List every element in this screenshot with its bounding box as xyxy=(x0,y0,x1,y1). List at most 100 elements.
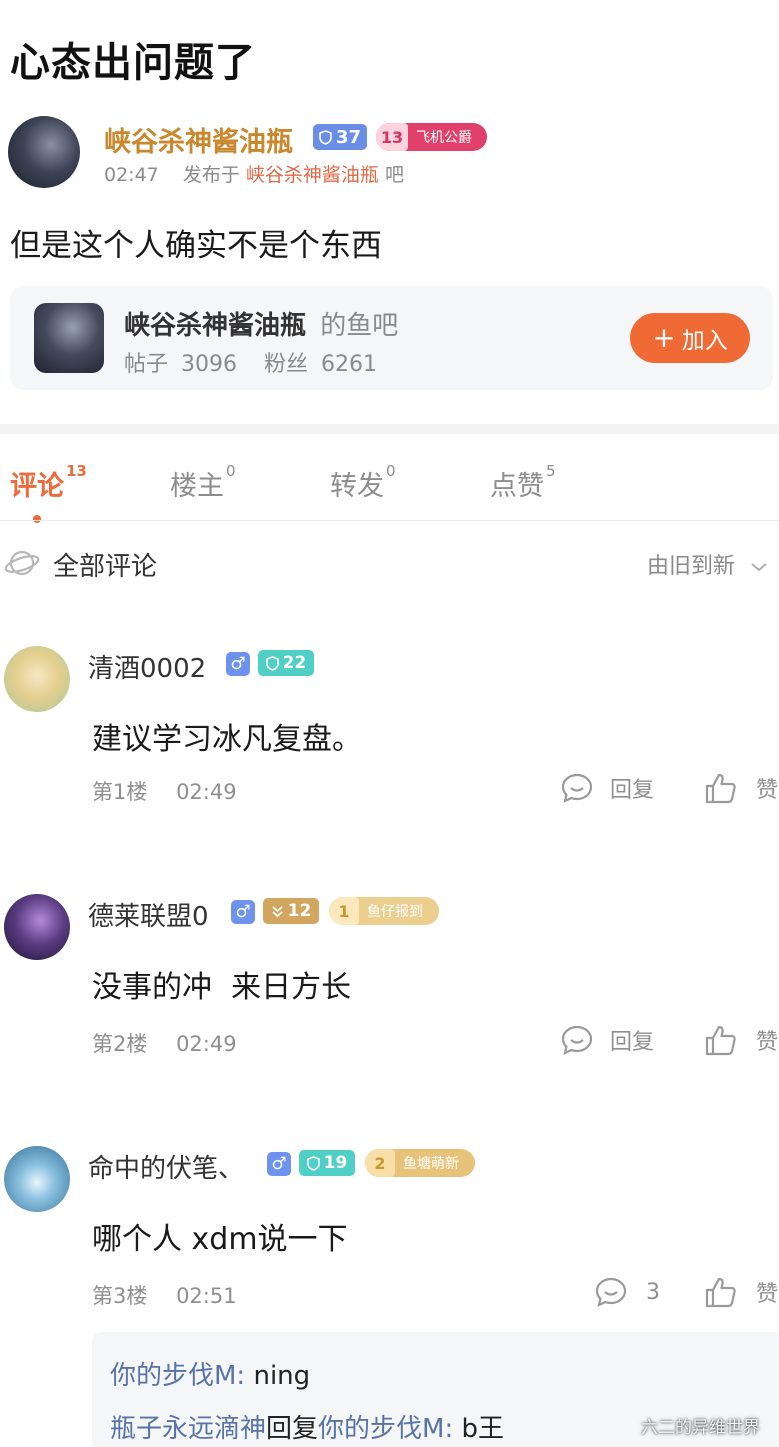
sub-reply-user[interactable]: 瓶子永远滴神 xyxy=(110,1414,266,1444)
level-number: 19 xyxy=(323,1153,348,1173)
reply-count: 3 xyxy=(646,1279,660,1305)
reply-label: 回复 xyxy=(610,1030,655,1055)
level-badge: 12 xyxy=(263,898,319,924)
chevron-down-icon xyxy=(751,563,767,572)
comment-text: 建议学习冰凡复盘。 xyxy=(92,722,362,757)
tab-op-label: 楼主 xyxy=(170,471,224,502)
comment-bubble-icon xyxy=(595,1277,627,1307)
comment-meta: 第3楼 02:51 xyxy=(92,1280,237,1310)
tab-divider xyxy=(0,520,779,521)
reply-word: 回复 xyxy=(266,1414,319,1444)
fans-count: 6261 xyxy=(321,352,378,377)
level-shield-icon xyxy=(265,655,279,671)
like-label: 赞 xyxy=(756,1030,779,1055)
post-title: 心态出问题了 xyxy=(10,40,256,86)
comment-time: 02:51 xyxy=(176,1284,237,1308)
like-button[interactable]: 赞 xyxy=(704,772,778,804)
comment-bubble-icon xyxy=(561,773,593,803)
sort-dropdown[interactable]: 由旧到新 xyxy=(647,548,768,580)
sub-reply-text: ning xyxy=(253,1361,311,1391)
reply-count-button[interactable]: 3 xyxy=(594,1276,660,1308)
reply-button[interactable]: 回复 xyxy=(560,1024,654,1056)
community-title: 峡谷杀神酱油瓶 的鱼吧 xyxy=(124,305,398,342)
like-button[interactable]: 赞 xyxy=(704,1024,778,1056)
like-button[interactable]: 赞 xyxy=(704,1276,778,1308)
level-chevron-icon xyxy=(272,905,283,917)
title-level: 1 xyxy=(329,897,359,925)
author-title-badge: 13 飞机公爵 xyxy=(376,123,487,151)
community-avatar xyxy=(34,303,104,373)
post-content: 但是这个人确实不是个东西 xyxy=(10,228,382,264)
all-comments-label: 全部评论 xyxy=(53,552,158,582)
level-number: 12 xyxy=(287,901,312,921)
community-suffix: 的鱼吧 xyxy=(320,311,399,341)
commenter-name[interactable]: 清酒0002 xyxy=(88,648,206,685)
commenter-name[interactable]: 德莱联盟0 xyxy=(88,896,209,933)
comment-meta: 第2楼 02:49 xyxy=(92,1028,237,1058)
posted-in-suffix: 吧 xyxy=(384,164,404,186)
tab-comments[interactable]: 评论 13 xyxy=(10,462,87,503)
level-shield-icon xyxy=(306,1155,320,1171)
commenter-avatar[interactable] xyxy=(4,646,70,712)
author-avatar[interactable] xyxy=(8,116,80,188)
post-meta: 02:47 发布于 峡谷杀神酱油瓶 吧 xyxy=(104,160,404,187)
posted-in-link[interactable]: 峡谷杀神酱油瓶 xyxy=(246,164,379,186)
like-label: 赞 xyxy=(756,1282,779,1307)
tab-reposts-label: 转发 xyxy=(330,471,384,502)
tab-likes-label: 点赞 xyxy=(490,471,544,502)
reply-button[interactable]: 回复 xyxy=(560,772,654,804)
sub-reply[interactable]: 瓶子永远滴神回复你的步伐M: b王 xyxy=(110,1408,504,1445)
reply-label: 回复 xyxy=(610,778,655,803)
commenter-avatar[interactable] xyxy=(4,894,70,960)
sub-reply-text: b王 xyxy=(461,1414,505,1444)
title-text: 鱼塘萌新 xyxy=(403,1156,459,1172)
fans-label: 粉丝 xyxy=(264,352,309,377)
floor-label: 第3楼 xyxy=(92,1284,148,1308)
tab-likes[interactable]: 点赞 5 xyxy=(490,462,556,503)
comment-text: 哪个人 xdm说一下 xyxy=(92,1222,348,1257)
author-level: 37 xyxy=(335,126,362,148)
tab-op[interactable]: 楼主 0 xyxy=(170,462,236,503)
posts-label: 帖子 xyxy=(124,352,169,377)
tab-comments-label: 评论 xyxy=(10,471,64,502)
comment-time: 02:49 xyxy=(176,780,237,804)
author-name[interactable]: 峡谷杀神酱油瓶 xyxy=(104,120,293,159)
sub-reply[interactable]: 你的步伐M: ning xyxy=(110,1355,310,1392)
posted-in-label: 发布于 xyxy=(182,164,240,186)
tab-reposts[interactable]: 转发 0 xyxy=(330,462,396,503)
commenter-avatar[interactable] xyxy=(4,1146,70,1212)
tab-op-count: 0 xyxy=(226,462,236,480)
comment-text: 没事的冲 来日方长 xyxy=(92,970,352,1005)
sub-reply-target[interactable]: 你的步伐M: xyxy=(318,1414,453,1444)
level-number: 22 xyxy=(282,653,307,673)
thumbs-up-icon xyxy=(705,773,736,804)
title-badge: 2 鱼塘萌新 xyxy=(365,1149,475,1177)
watermark: 六二的异维世界 xyxy=(641,1418,760,1438)
section-divider xyxy=(0,424,779,434)
male-badge: ♂ xyxy=(226,652,250,676)
thumbs-up-icon xyxy=(705,1277,736,1308)
join-button[interactable]: + 加入 xyxy=(630,313,750,363)
like-label: 赞 xyxy=(756,778,779,803)
male-badge: ♂ xyxy=(231,900,255,924)
planet-icon xyxy=(4,550,40,576)
author-title: 飞机公爵 xyxy=(416,130,472,146)
community-name: 峡谷杀神酱油瓶 xyxy=(124,311,307,341)
level-badge: 22 xyxy=(258,650,314,676)
tab-reposts-count: 0 xyxy=(386,462,396,480)
commenter-name[interactable]: 命中的伏笔、 xyxy=(88,1148,244,1185)
community-stats: 帖子 3096 粉丝 6261 xyxy=(124,346,377,378)
sort-label: 由旧到新 xyxy=(647,554,736,579)
sub-reply-user[interactable]: 你的步伐M: xyxy=(110,1361,245,1391)
comment-time: 02:49 xyxy=(176,1032,237,1056)
male-badge: ♂ xyxy=(267,1152,291,1176)
level-badge: 19 xyxy=(299,1150,355,1176)
comment-bubble-icon xyxy=(561,1025,593,1055)
posts-count: 3096 xyxy=(181,352,238,377)
active-tab-indicator xyxy=(33,515,41,523)
tab-comments-count: 13 xyxy=(66,462,87,480)
tab-likes-count: 5 xyxy=(546,462,556,480)
author-level-badge: 37 xyxy=(313,124,367,150)
title-text: 鱼仔报到 xyxy=(367,904,423,920)
thumbs-up-icon xyxy=(705,1025,736,1056)
